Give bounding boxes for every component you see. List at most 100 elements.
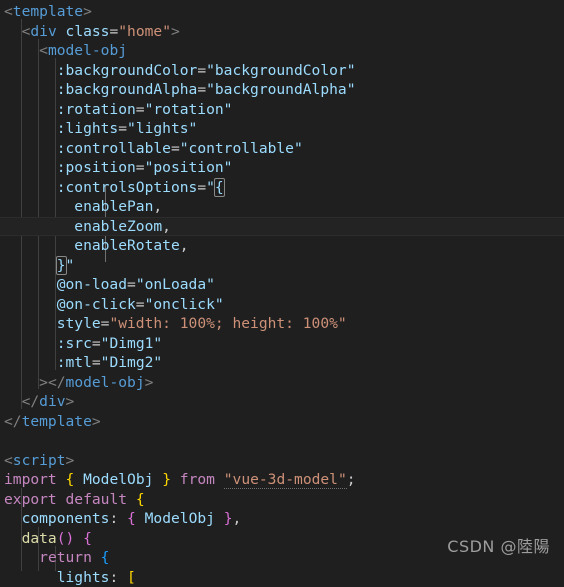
module-path: "vue-3d-model" xyxy=(224,471,347,489)
code-line[interactable]: </template> xyxy=(0,412,564,432)
attribute-name: :controllable xyxy=(57,140,171,157)
closing-tag-start: </ xyxy=(22,393,40,410)
code-line[interactable]: <template> xyxy=(0,2,564,22)
code-line[interactable]: }" xyxy=(0,256,564,276)
code-line[interactable]: :lights="lights" xyxy=(0,119,564,139)
code-line[interactable]: import { ModelObj } from "vue-3d-model"; xyxy=(0,470,564,490)
angle-bracket-close: > xyxy=(39,374,48,391)
code-line[interactable]: <model-obj xyxy=(0,41,564,61)
code-line[interactable]: :rotation="rotation" xyxy=(0,100,564,120)
code-line[interactable]: :controllable="controllable" xyxy=(0,139,564,159)
brace-open: { xyxy=(83,530,92,547)
tag-name: template xyxy=(13,3,83,20)
code-editor[interactable]: <template> <div class="home"> <model-obj… xyxy=(0,0,564,571)
closing-tag-start: </ xyxy=(4,413,22,430)
equals-sign: = xyxy=(92,335,101,352)
attribute-name: :src xyxy=(57,335,92,352)
identifier: enableRotate xyxy=(74,237,179,254)
colon: : xyxy=(109,569,118,586)
keyword-export: export xyxy=(4,491,57,508)
code-line[interactable]: </div> xyxy=(0,392,564,412)
colon: : xyxy=(109,510,118,527)
code-line[interactable]: ></model-obj> xyxy=(0,373,564,393)
tag-name: model-obj xyxy=(48,42,127,59)
attribute-name: @on-load xyxy=(57,276,127,293)
closing-tag-start: </ xyxy=(48,374,66,391)
identifier: ModelObj xyxy=(145,510,215,527)
code-line[interactable]: lights: [ xyxy=(0,568,564,587)
quote-mark: " xyxy=(206,179,215,196)
attribute-name: class xyxy=(66,23,110,40)
keyword-from: from xyxy=(180,471,215,488)
quote-mark: " xyxy=(66,257,75,274)
code-line[interactable]: :backgroundColor="backgroundColor" xyxy=(0,61,564,81)
attribute-value: "onclick" xyxy=(145,296,224,313)
angle-bracket-close: > xyxy=(66,452,75,469)
semicolon: ; xyxy=(347,471,356,488)
code-line[interactable]: @on-click="onclick" xyxy=(0,295,564,315)
code-line[interactable]: :mtl="Dimg2" xyxy=(0,353,564,373)
equals-sign: = xyxy=(92,354,101,371)
code-line[interactable]: :backgroundAlpha="backgroundAlpha" xyxy=(0,80,564,100)
code-line[interactable]: :position="position" xyxy=(0,158,564,178)
function-name: data xyxy=(22,530,57,547)
attribute-name: :mtl xyxy=(57,354,92,371)
code-line[interactable]: enableRotate, xyxy=(0,236,564,256)
code-line[interactable]: export default { xyxy=(0,490,564,510)
tag-name: template xyxy=(22,413,92,430)
code-line[interactable]: components: { ModelObj }, xyxy=(0,509,564,529)
brace-open: { xyxy=(66,471,75,488)
parentheses: () xyxy=(57,530,75,547)
equals-sign: = xyxy=(136,159,145,176)
angle-bracket-close: > xyxy=(92,413,101,430)
attribute-value: "position" xyxy=(145,159,233,176)
attribute-value: "Dimg1" xyxy=(101,335,163,352)
angle-bracket-close: > xyxy=(66,393,75,410)
equals-sign: = xyxy=(197,62,206,79)
equals-sign: = xyxy=(136,101,145,118)
comma: , xyxy=(153,198,162,215)
code-line-blank[interactable] xyxy=(0,431,564,451)
attribute-value: "rotation" xyxy=(145,101,233,118)
angle-bracket-close: > xyxy=(145,374,154,391)
code-line[interactable]: <script> xyxy=(0,451,564,471)
tag-name: model-obj xyxy=(66,374,145,391)
attribute-name: :backgroundColor xyxy=(57,62,198,79)
code-line-active[interactable]: enableZoom, xyxy=(0,217,564,237)
comma: , xyxy=(180,237,189,254)
code-line[interactable]: style="width: 100%; height: 100%" xyxy=(0,314,564,334)
comma: , xyxy=(162,218,171,235)
matching-brace-open: { xyxy=(215,179,224,196)
code-line[interactable]: :controlsOptions="{ xyxy=(0,178,564,198)
attribute-value: "Dimg2" xyxy=(101,354,163,371)
brace-close: } xyxy=(162,471,171,488)
attribute-name: :rotation xyxy=(57,101,136,118)
keyword-default: default xyxy=(66,491,128,508)
code-line[interactable]: enablePan, xyxy=(0,197,564,217)
equals-sign: = xyxy=(136,296,145,313)
property-name: components xyxy=(22,510,110,527)
keyword-return: return xyxy=(39,549,92,566)
attribute-value: "width: 100%; height: 100%" xyxy=(109,315,346,332)
attribute-value: "controllable" xyxy=(180,140,303,157)
identifier: ModelObj xyxy=(83,471,153,488)
comma: , xyxy=(233,510,242,527)
attribute-name: :controlsOptions xyxy=(57,179,198,196)
code-line[interactable]: <div class="home"> xyxy=(0,22,564,42)
tag-name: div xyxy=(30,23,56,40)
equals-sign: = xyxy=(109,23,118,40)
code-line[interactable]: @on-load="onLoada" xyxy=(0,275,564,295)
brace-close: } xyxy=(224,510,233,527)
tag-name: div xyxy=(39,393,65,410)
csdn-watermark: CSDN @陸陽 xyxy=(447,533,550,557)
code-lines[interactable]: <template> <div class="home"> <model-obj… xyxy=(0,0,564,587)
attribute-value: "backgroundColor" xyxy=(206,62,355,79)
equals-sign: = xyxy=(197,81,206,98)
brace-open: { xyxy=(127,510,136,527)
code-line[interactable]: :src="Dimg1" xyxy=(0,334,564,354)
angle-bracket-open: < xyxy=(4,452,13,469)
equals-sign: = xyxy=(127,276,136,293)
attribute-value: "lights" xyxy=(127,120,197,137)
angle-bracket-close: > xyxy=(171,23,180,40)
attribute-name: :backgroundAlpha xyxy=(57,81,198,98)
